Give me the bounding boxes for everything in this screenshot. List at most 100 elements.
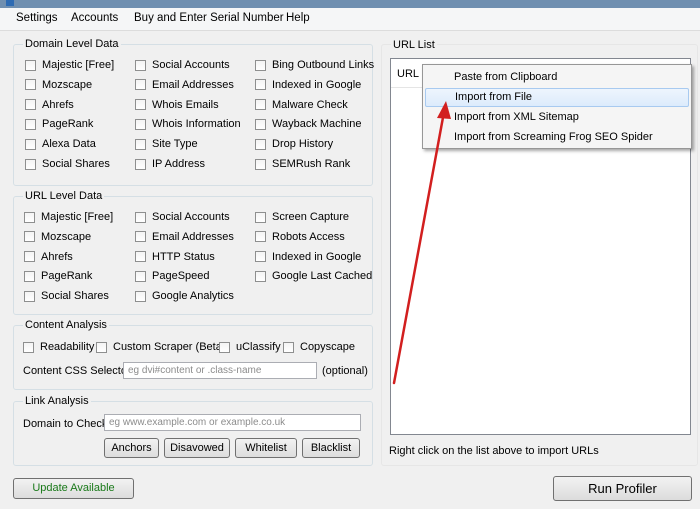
menu-item-import-xml-sitemap[interactable]: Import from XML Sitemap	[425, 108, 689, 127]
checkbox-custom-scraper[interactable]: Custom Scraper (Beta)	[96, 341, 225, 353]
run-profiler-button[interactable]: Run Profiler	[553, 476, 692, 501]
checkbox-screen-capture[interactable]: Screen Capture	[255, 211, 349, 223]
checkbox-box[interactable]	[25, 59, 36, 71]
checkbox-box[interactable]	[255, 251, 266, 263]
checkbox-box[interactable]	[25, 138, 36, 150]
checkbox-drop-history[interactable]: Drop History	[255, 138, 333, 150]
anchors-button[interactable]: Anchors	[104, 438, 159, 458]
checkbox-label: Drop History	[272, 138, 334, 151]
checkbox-wayback-machine[interactable]: Wayback Machine	[255, 118, 361, 130]
checkbox-box[interactable]	[135, 251, 146, 263]
checkbox-box[interactable]	[24, 211, 35, 223]
domain-level-title: Domain Level Data	[23, 38, 121, 50]
checkbox-box[interactable]	[255, 231, 266, 243]
window-titlebar	[0, 0, 700, 8]
checkbox-box[interactable]	[135, 118, 146, 130]
whitelist-button[interactable]: Whitelist	[235, 438, 297, 458]
checkbox-email-addresses[interactable]: Email Addresses	[135, 79, 234, 91]
checkbox-label: Copyscape	[300, 341, 356, 353]
checkbox-email-addresses[interactable]: Email Addresses	[135, 231, 234, 243]
checkbox-semrush-rank[interactable]: SEMRush Rank	[255, 158, 350, 170]
checkbox-google-last-cached[interactable]: Google Last Cached	[255, 270, 372, 282]
checkbox-majestic-free[interactable]: Majestic [Free]	[24, 211, 113, 223]
checkbox-majestic-free[interactable]: Majestic [Free]	[25, 59, 114, 71]
checkbox-label: Indexed in Google	[272, 250, 362, 263]
checkbox-social-accounts[interactable]: Social Accounts	[135, 59, 230, 71]
checkbox-ahrefs[interactable]: Ahrefs	[25, 99, 74, 111]
checkbox-mozscape[interactable]: Mozscape	[25, 79, 92, 91]
checkbox-box[interactable]	[135, 211, 146, 223]
checkbox-box[interactable]	[25, 79, 36, 91]
checkbox-social-shares[interactable]: Social Shares	[24, 290, 109, 302]
checkbox-box[interactable]	[25, 99, 36, 111]
checkbox-mozscape[interactable]: Mozscape	[24, 231, 91, 243]
checkbox-http-status[interactable]: HTTP Status	[135, 251, 215, 263]
menu-accounts[interactable]: Accounts	[71, 12, 118, 24]
checkbox-pagespeed[interactable]: PageSpeed	[135, 270, 210, 282]
checkbox-whois-emails[interactable]: Whois Emails	[135, 99, 219, 111]
checkbox-bing-outbound-links[interactable]: Bing Outbound Links	[255, 59, 374, 71]
checkbox-label: Mozscape	[41, 230, 92, 243]
checkbox-readability[interactable]: Readability	[23, 341, 94, 353]
domain-check-input[interactable]: eg www.example.com or example.co.uk	[104, 414, 361, 431]
checkbox-ahrefs[interactable]: Ahrefs	[24, 251, 73, 263]
checkbox-ip-address[interactable]: IP Address	[135, 158, 205, 170]
checkbox-box[interactable]	[255, 158, 266, 170]
checkbox-box[interactable]	[24, 231, 35, 243]
checkbox-malware-check[interactable]: Malware Check	[255, 99, 348, 111]
checkbox-pagerank[interactable]: PageRank	[24, 270, 92, 282]
menu-item-import-screaming-frog[interactable]: Import from Screaming Frog SEO Spider	[425, 128, 689, 147]
menu-settings[interactable]: Settings	[16, 12, 58, 24]
checkbox-google-analytics[interactable]: Google Analytics	[135, 290, 234, 302]
checkbox-indexed-in-google[interactable]: Indexed in Google	[255, 251, 361, 263]
update-available-button[interactable]: Update Available	[13, 478, 134, 499]
checkbox-label: Robots Access	[272, 230, 345, 243]
app-icon	[6, 0, 14, 6]
menu-buy-serial[interactable]: Buy and Enter Serial Number	[134, 12, 284, 24]
checkbox-box[interactable]	[135, 270, 146, 282]
checkbox-pagerank[interactable]: PageRank	[25, 118, 93, 130]
checkbox-box[interactable]	[255, 79, 266, 91]
menu-bar: Settings Accounts Buy and Enter Serial N…	[0, 8, 700, 31]
checkbox-box[interactable]	[135, 158, 146, 170]
css-selector-input[interactable]: eg dvi#content or .class-name	[123, 362, 317, 379]
checkbox-box[interactable]	[255, 270, 266, 282]
menu-item-paste-clipboard[interactable]: Paste from Clipboard	[425, 68, 689, 87]
checkbox-box[interactable]	[24, 290, 35, 302]
checkbox-whois-information[interactable]: Whois Information	[135, 118, 241, 130]
checkbox-label: PageRank	[41, 270, 93, 283]
checkbox-box[interactable]	[219, 341, 230, 353]
checkbox-box[interactable]	[255, 211, 266, 223]
checkbox-indexed-in-google[interactable]: Indexed in Google	[255, 79, 361, 91]
checkbox-box[interactable]	[255, 138, 266, 150]
checkbox-box[interactable]	[283, 341, 294, 353]
checkbox-site-type[interactable]: Site Type	[135, 138, 198, 150]
menu-help[interactable]: Help	[286, 12, 310, 24]
checkbox-box[interactable]	[25, 158, 36, 170]
checkbox-box[interactable]	[255, 59, 266, 71]
checkbox-box[interactable]	[255, 99, 266, 111]
blacklist-button[interactable]: Blacklist	[302, 438, 360, 458]
disavowed-button[interactable]: Disavowed	[164, 438, 230, 458]
checkbox-box[interactable]	[135, 99, 146, 111]
menu-item-import-file[interactable]: Import from File	[425, 88, 689, 107]
checkbox-box[interactable]	[135, 79, 146, 91]
checkbox-box[interactable]	[135, 59, 146, 71]
context-menu: Paste from Clipboard Import from File Im…	[422, 64, 692, 149]
checkbox-box[interactable]	[23, 341, 34, 353]
checkbox-box[interactable]	[96, 341, 107, 353]
checkbox-social-accounts[interactable]: Social Accounts	[135, 211, 230, 223]
checkbox-alexa-data[interactable]: Alexa Data	[25, 138, 96, 150]
checkbox-copyscape[interactable]: Copyscape	[283, 341, 355, 353]
update-available-label: Update Available	[32, 482, 115, 494]
checkbox-box[interactable]	[135, 231, 146, 243]
checkbox-box[interactable]	[135, 290, 146, 302]
checkbox-box[interactable]	[135, 138, 146, 150]
checkbox-social-shares[interactable]: Social Shares	[25, 158, 110, 170]
checkbox-box[interactable]	[24, 251, 35, 263]
checkbox-robots-access[interactable]: Robots Access	[255, 231, 345, 243]
checkbox-box[interactable]	[255, 118, 266, 130]
checkbox-uclassify[interactable]: uClassify	[219, 341, 281, 353]
checkbox-box[interactable]	[25, 118, 36, 130]
checkbox-box[interactable]	[24, 270, 35, 282]
